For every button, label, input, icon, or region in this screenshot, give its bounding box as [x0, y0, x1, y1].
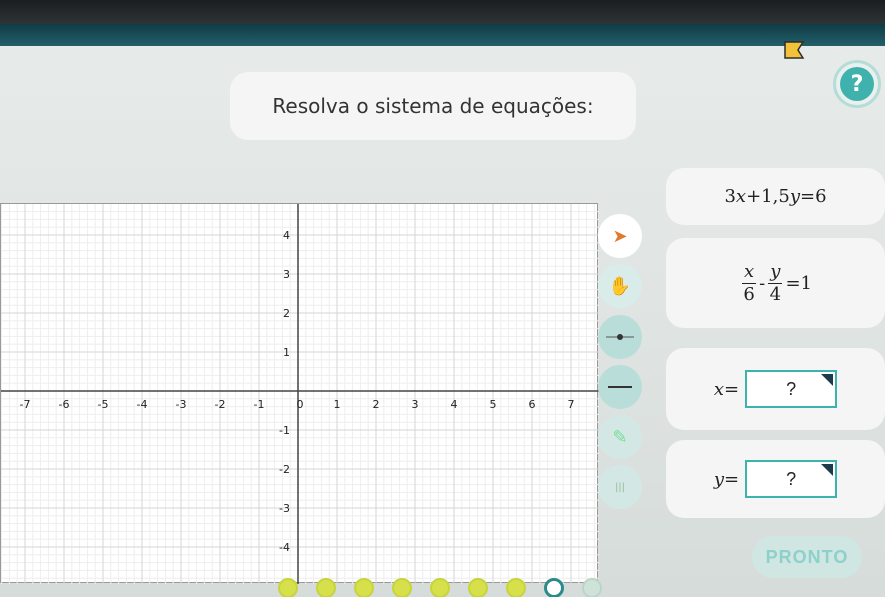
pointer-tool-button[interactable]: ➤ [598, 214, 642, 258]
progress-dot [430, 578, 450, 597]
hand-pan-icon: ✋ [608, 275, 632, 297]
eq1-var-y: y [789, 186, 800, 207]
eq2-rhs: 1 [800, 272, 812, 294]
progress-dot [354, 578, 374, 597]
progress-dot [316, 578, 336, 597]
progress-dot [582, 578, 602, 597]
coordinate-plane[interactable]: -7 -6 -5 -4 -3 -2 -1 0 1 2 3 4 5 6 7 4 3 2 1 -1 -2 -3 -4 [1, 204, 599, 584]
eq1-equals: = [799, 186, 816, 207]
answer-y-input[interactable]: ? [745, 460, 838, 498]
x-tick-label: 3 [412, 398, 419, 411]
x-tick-label: 5 [490, 398, 497, 411]
x-tick-label: -4 [137, 398, 148, 411]
y-tick-label: 4 [283, 229, 290, 242]
y-tick-label: -2 [279, 463, 290, 476]
eq1-rhs: 6 [815, 186, 827, 207]
answer-x-equals: = [724, 378, 740, 400]
y-tick-label: -3 [279, 502, 290, 515]
answer-x-card: x = ? [666, 348, 885, 430]
more-icon: ||| [614, 481, 626, 493]
eq1-plus: + [746, 186, 762, 207]
eq2-denominator-y: 4 [769, 283, 782, 305]
help-icon: ? [840, 67, 874, 101]
eq1-coefficient-y: 1,5 [761, 186, 790, 207]
dropdown-corner-icon [821, 374, 834, 386]
x-tick-label: 7 [568, 398, 575, 411]
graph-panel[interactable]: -7 -6 -5 -4 -3 -2 -1 0 1 2 3 4 5 6 7 4 3 2 1 -1 -2 -3 -4 [0, 203, 599, 584]
eq2-numerator-x: x [742, 260, 757, 284]
answer-y-value: ? [786, 468, 797, 489]
line-tool-icon [608, 386, 632, 388]
dropdown-corner-icon [821, 464, 834, 476]
instruction-card: Resolva o sistema de equações: [230, 72, 636, 140]
eq2-fraction-y: y 4 [768, 260, 783, 305]
answer-y-card: y = ? [666, 440, 885, 518]
eq2-equals: = [785, 272, 801, 294]
line-tool-button[interactable] [598, 365, 642, 409]
x-tick-label: 1 [334, 398, 341, 411]
point-tool-icon [606, 334, 634, 340]
x-tick-label: -1 [254, 398, 265, 411]
screen-bezel [0, 0, 885, 24]
x-tick-label: -6 [59, 398, 70, 411]
help-button[interactable]: ? [833, 60, 881, 108]
answer-x-input[interactable]: ? [745, 370, 838, 408]
x-tick-label: -5 [98, 398, 109, 411]
eraser-tool-button[interactable]: ✎ [598, 415, 642, 459]
more-tool-button[interactable]: ||| [598, 465, 642, 509]
eq2-numerator-y: y [768, 260, 783, 284]
eq2-minus: - [759, 272, 766, 294]
x-tick-label: -3 [176, 398, 187, 411]
x-tick-label: 2 [373, 398, 380, 411]
x-tick-label: 4 [451, 398, 458, 411]
equation-1-card: 3 x + 1,5 y = 6 [666, 168, 885, 225]
y-tick-label: -1 [279, 424, 290, 437]
equation-2-card: x 6 - y 4 = 1 [666, 238, 885, 328]
x-tick-label: -7 [20, 398, 31, 411]
y-tick-label: 2 [283, 307, 290, 320]
cursor-arrow-icon: ➤ [612, 225, 628, 247]
hand-tool-button[interactable]: ✋ [598, 264, 642, 308]
progress-dots [278, 578, 602, 597]
instruction-text: Resolva o sistema de equações: [272, 94, 594, 118]
x-tick-label: 6 [529, 398, 536, 411]
progress-dot [544, 578, 564, 597]
y-tick-label: -4 [279, 541, 290, 554]
eraser-icon: ✎ [612, 426, 628, 448]
answer-y-label: y [713, 468, 725, 490]
done-button[interactable]: PRONTO [752, 536, 862, 578]
point-tool-button[interactable] [598, 315, 642, 359]
x-tick-label: 0 [297, 398, 304, 411]
answer-y-equals: = [724, 468, 740, 490]
progress-dot [278, 578, 298, 597]
answer-x-label: x [713, 378, 725, 400]
x-tick-label: -2 [215, 398, 226, 411]
eq2-fraction-x: x 6 [742, 260, 757, 305]
progress-dot [506, 578, 526, 597]
eq2-denominator-x: 6 [743, 283, 755, 305]
y-tick-label: 3 [283, 268, 290, 281]
bookmark-icon[interactable] [783, 40, 805, 60]
progress-dot [392, 578, 412, 597]
eq1-coefficient-x: 3 [724, 186, 736, 207]
y-tick-label: 1 [283, 346, 290, 359]
top-bar [0, 24, 885, 46]
progress-dot [468, 578, 488, 597]
answer-x-value: ? [786, 378, 797, 399]
eq1-var-x: x [735, 186, 747, 207]
